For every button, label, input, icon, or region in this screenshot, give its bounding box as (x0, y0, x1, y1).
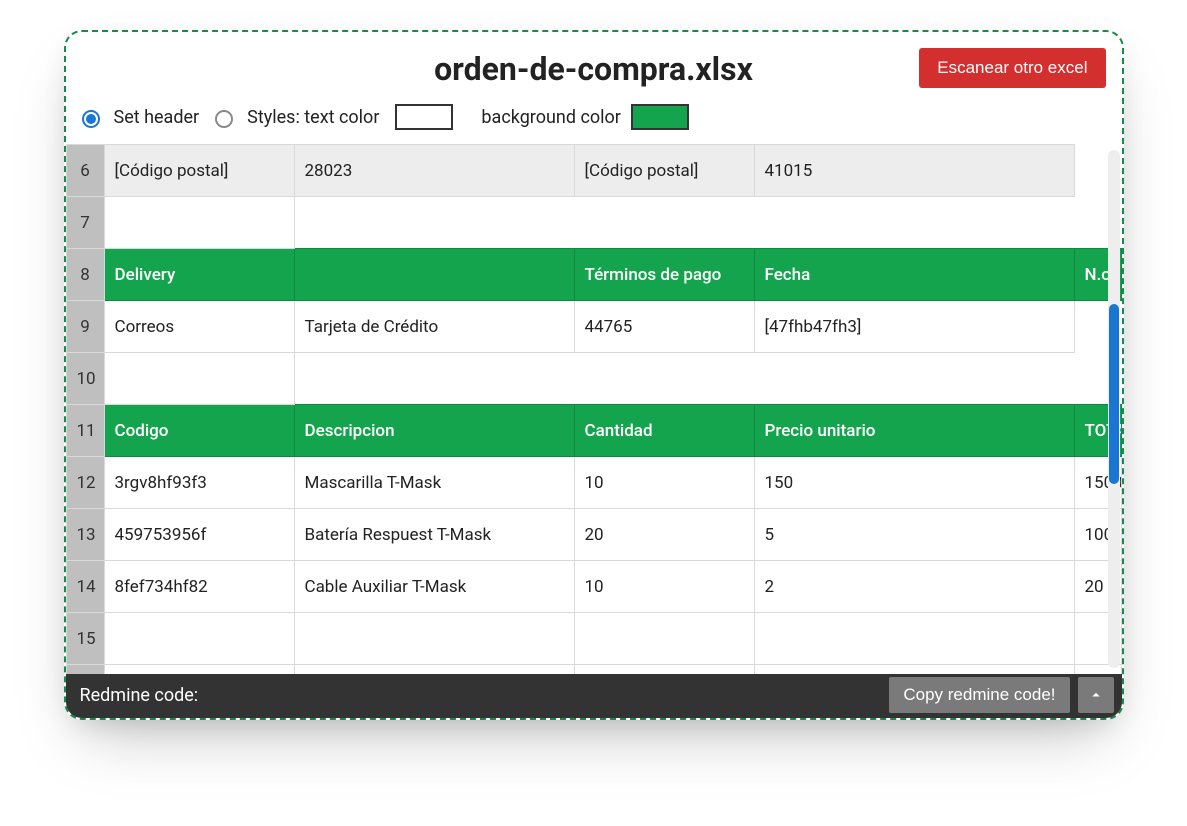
row-number[interactable]: 13 (66, 509, 104, 561)
cell[interactable] (574, 665, 754, 675)
row-number[interactable]: 15 (66, 613, 104, 665)
cell[interactable] (574, 613, 754, 665)
spreadsheet[interactable]: 6[Código postal]28023[Código postal]4101… (66, 144, 1122, 674)
code-bar-label: Redmine code: (80, 685, 199, 706)
bg-label: background color (481, 107, 620, 128)
cell[interactable] (294, 249, 574, 301)
sheet-wrap: 6[Código postal]28023[Código postal]4101… (66, 144, 1122, 674)
styles-label: Styles: text color (247, 107, 379, 128)
cell[interactable]: [Código postal] (574, 145, 754, 197)
cell[interactable]: 150 (754, 457, 1074, 509)
cell[interactable] (104, 197, 294, 249)
cell[interactable] (104, 665, 294, 675)
row-number[interactable]: 8 (66, 249, 104, 301)
dropzone-card: orden-de-compra.xlsx Escanear otro excel… (64, 30, 1124, 720)
row-number[interactable]: 16 (66, 665, 104, 675)
row-number[interactable]: 7 (66, 197, 104, 249)
set-header-radio[interactable] (82, 110, 100, 128)
cell[interactable] (294, 613, 574, 665)
text-color-swatch[interactable] (395, 104, 453, 130)
cell[interactable] (104, 353, 294, 405)
cell[interactable]: Fecha (754, 249, 1074, 301)
row-number[interactable]: 11 (66, 405, 104, 457)
cell[interactable]: Términos de pago (574, 249, 754, 301)
row-number[interactable]: 6 (66, 145, 104, 197)
code-bar: Redmine code: Copy redmine code! (66, 672, 1122, 718)
cell[interactable]: [Código postal] (104, 145, 294, 197)
row-number[interactable]: 12 (66, 457, 104, 509)
row-number[interactable]: 10 (66, 353, 104, 405)
cell[interactable]: 8fef734hf82 (104, 561, 294, 613)
cell[interactable]: Precio unitario (754, 405, 1074, 457)
style-controls: Set header Styles: text color background… (66, 96, 1122, 144)
cell[interactable]: Cable Auxiliar T-Mask (294, 561, 574, 613)
scan-another-button[interactable]: Escanear otro excel (919, 48, 1105, 88)
cell[interactable] (754, 613, 1074, 665)
cell[interactable]: Tarjeta de Crédito (294, 301, 574, 353)
cell[interactable]: Cantidad (574, 405, 754, 457)
set-header-label: Set header (114, 107, 200, 128)
cell[interactable] (104, 613, 294, 665)
cell[interactable]: Delivery (104, 249, 294, 301)
cell[interactable]: 44765 (574, 301, 754, 353)
cell[interactable]: 3rgv8hf93f3 (104, 457, 294, 509)
header: orden-de-compra.xlsx Escanear otro excel (66, 32, 1122, 96)
cell[interactable]: Codigo (104, 405, 294, 457)
cell[interactable]: Descripcion (294, 405, 574, 457)
row-number[interactable]: 9 (66, 301, 104, 353)
cell[interactable]: 28023 (294, 145, 574, 197)
styles-radio[interactable] (215, 110, 233, 128)
bg-color-swatch[interactable] (631, 104, 689, 130)
cell[interactable]: 20 (574, 509, 754, 561)
cell[interactable]: 10 (574, 457, 754, 509)
cell[interactable]: 2 (754, 561, 1074, 613)
chevron-up-icon (1087, 686, 1105, 704)
copy-code-button[interactable]: Copy redmine code! (889, 677, 1069, 713)
cell[interactable]: Batería Respuest T-Mask (294, 509, 574, 561)
cell[interactable] (294, 665, 574, 675)
cell[interactable]: 459753956f (104, 509, 294, 561)
cell[interactable]: 5 (754, 509, 1074, 561)
scrollbar-thumb[interactable] (1109, 304, 1119, 484)
row-number[interactable]: 14 (66, 561, 104, 613)
cell[interactable]: Mascarilla T-Mask (294, 457, 574, 509)
collapse-button[interactable] (1078, 677, 1114, 713)
cell[interactable]: [47fhb47fh3] (754, 301, 1074, 353)
cell[interactable] (754, 665, 1074, 675)
cell[interactable]: 10 (574, 561, 754, 613)
cell[interactable]: Correos (104, 301, 294, 353)
grid-table: 6[Código postal]28023[Código postal]4101… (66, 144, 1122, 674)
cell[interactable]: 41015 (754, 145, 1074, 197)
